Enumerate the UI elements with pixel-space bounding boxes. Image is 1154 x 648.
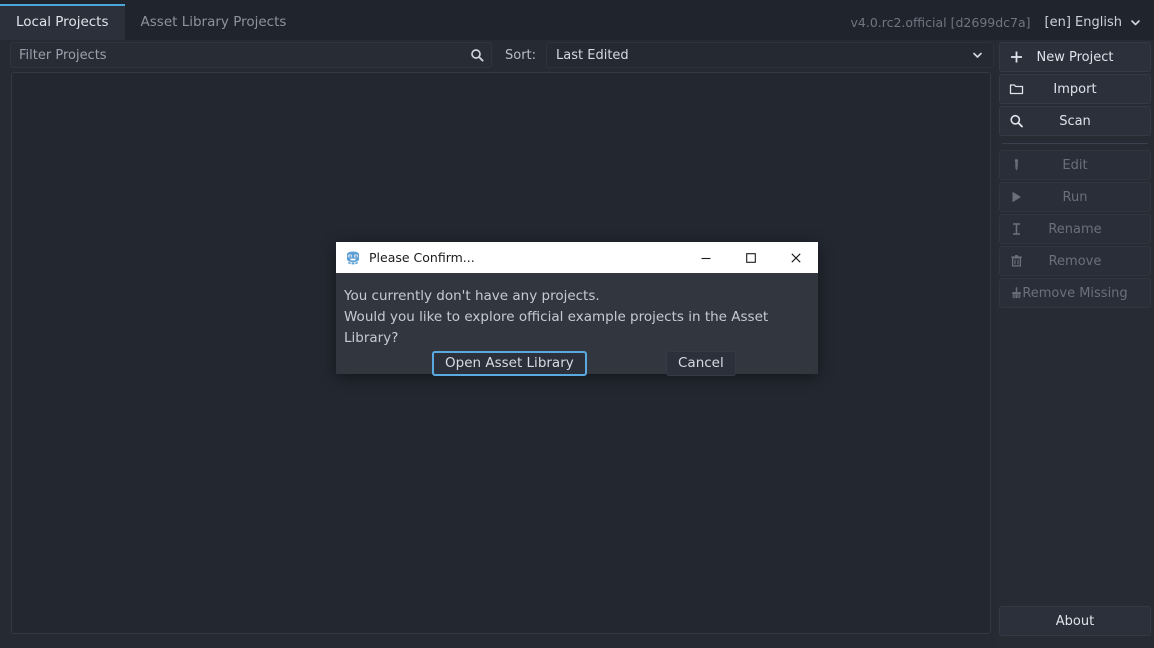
remove-missing-label: Remove Missing bbox=[1022, 285, 1128, 301]
rename-button[interactable]: Rename bbox=[999, 214, 1151, 244]
dialog-message-line-2: Would you like to explore official examp… bbox=[344, 309, 769, 346]
dialog-message-line-1: You currently don't have any projects. bbox=[344, 288, 600, 304]
cancel-wrapper: Cancel bbox=[666, 350, 736, 376]
remove-missing-button[interactable]: Remove Missing bbox=[999, 278, 1151, 308]
about-button[interactable]: About bbox=[999, 606, 1151, 636]
import-label: Import bbox=[1053, 81, 1097, 97]
open-asset-library-wrapper: Open Asset Library bbox=[432, 350, 587, 376]
trash-icon bbox=[1009, 254, 1024, 269]
folder-icon bbox=[1009, 82, 1024, 97]
cancel-button[interactable]: Cancel bbox=[666, 350, 736, 376]
project-manager-window: Local Projects Asset Library Projects v4… bbox=[0, 0, 1154, 648]
plus-icon bbox=[1009, 50, 1024, 65]
edit-label: Edit bbox=[1062, 157, 1088, 173]
sort-label: Sort: bbox=[505, 47, 537, 63]
godot-logo-icon bbox=[345, 250, 361, 266]
open-asset-library-button[interactable]: Open Asset Library bbox=[432, 350, 587, 376]
filter-projects-field[interactable] bbox=[10, 42, 492, 68]
pencil-icon bbox=[1009, 158, 1024, 173]
sort-dropdown-value: Last Edited bbox=[556, 47, 629, 63]
dialog-title: Please Confirm... bbox=[369, 250, 475, 265]
about-label: About bbox=[1055, 613, 1095, 629]
play-icon bbox=[1009, 190, 1024, 205]
dialog-message: You currently don't have any projects. W… bbox=[336, 273, 818, 349]
tab-local-projects-label: Local Projects bbox=[16, 14, 109, 30]
import-button[interactable]: Import bbox=[999, 74, 1151, 104]
language-label: [en] English bbox=[1044, 14, 1122, 30]
search-input[interactable] bbox=[11, 47, 491, 63]
scan-label: Scan bbox=[1059, 113, 1091, 129]
close-icon[interactable] bbox=[773, 242, 818, 273]
search-icon bbox=[470, 48, 484, 62]
run-button[interactable]: Run bbox=[999, 182, 1151, 212]
remove-label: Remove bbox=[1048, 253, 1102, 269]
remove-button[interactable]: Remove bbox=[999, 246, 1151, 276]
chevron-down-icon bbox=[971, 49, 984, 62]
sort-dropdown[interactable]: Last Edited bbox=[546, 42, 994, 68]
new-project-label: New Project bbox=[1036, 49, 1114, 65]
new-project-button[interactable]: New Project bbox=[999, 42, 1151, 72]
run-label: Run bbox=[1062, 189, 1088, 205]
minimize-icon[interactable] bbox=[683, 242, 728, 273]
tab-asset-library-projects[interactable]: Asset Library Projects bbox=[125, 4, 303, 40]
language-selector[interactable]: [en] English bbox=[1045, 4, 1154, 40]
cancel-label: Cancel bbox=[678, 355, 724, 371]
confirm-dialog: Please Confirm... You currently don't ha… bbox=[336, 242, 818, 376]
version-label: v4.0.rc2.official [d2699dc7a] bbox=[850, 14, 1031, 30]
sidebar: New Project Import Scan Edit Run Rename … bbox=[996, 40, 1154, 648]
maximize-icon[interactable] bbox=[728, 242, 773, 273]
tab-local-projects[interactable]: Local Projects bbox=[0, 4, 125, 40]
edit-button[interactable]: Edit bbox=[999, 150, 1151, 180]
search-icon bbox=[1009, 114, 1024, 129]
scan-button[interactable]: Scan bbox=[999, 106, 1151, 136]
dialog-title-bar[interactable]: Please Confirm... bbox=[336, 242, 818, 273]
text-cursor-icon bbox=[1009, 222, 1024, 237]
sidebar-separator bbox=[1002, 143, 1148, 144]
filter-sort-row: Sort: Last Edited bbox=[0, 40, 996, 70]
broom-icon bbox=[1009, 286, 1024, 301]
open-asset-library-label: Open Asset Library bbox=[445, 355, 574, 371]
top-tab-bar: Local Projects Asset Library Projects v4… bbox=[0, 0, 1154, 40]
rename-label: Rename bbox=[1048, 221, 1102, 237]
tab-asset-library-projects-label: Asset Library Projects bbox=[140, 14, 287, 30]
chevron-down-icon bbox=[1129, 16, 1142, 29]
